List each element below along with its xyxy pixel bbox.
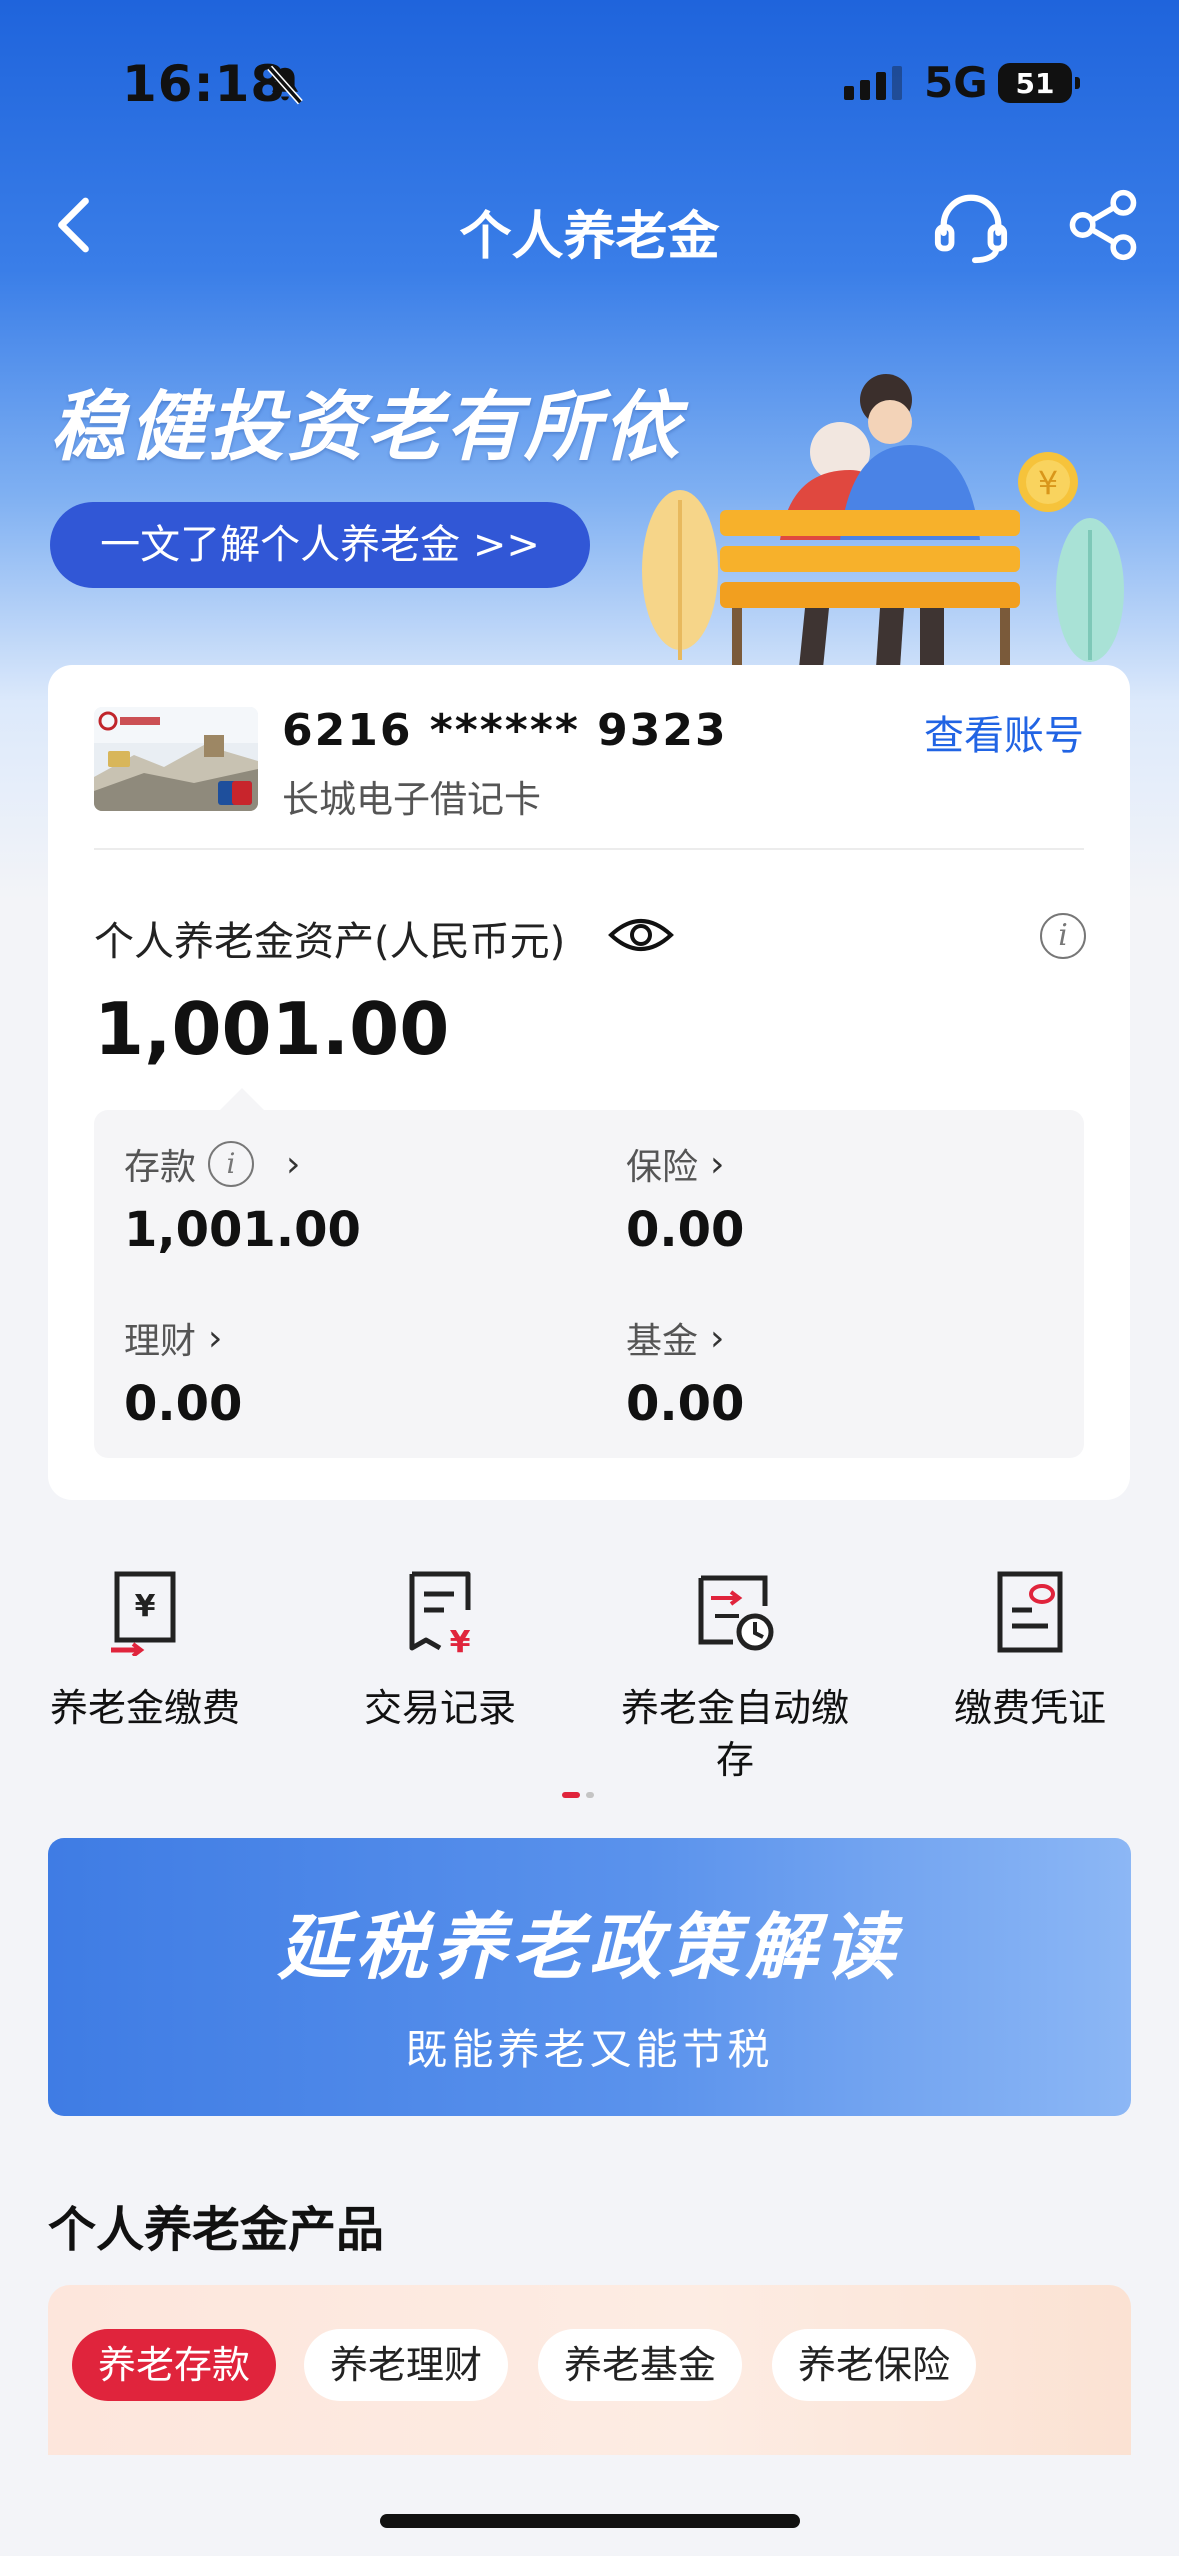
deposit-item[interactable]: 存款 i › 1,001.00: [124, 1138, 361, 1258]
account-card: 6216 ****** 9323 长城电子借记卡 查看账号 个人养老金资产(人民…: [48, 665, 1130, 1500]
svg-text:¥: ¥: [1038, 464, 1058, 502]
elderly-couple-bench-illustration: ¥: [642, 374, 1124, 668]
fund-item[interactable]: 基金 › 0.00: [626, 1312, 745, 1433]
action-label: 交易记录: [363, 1686, 516, 1730]
share-icon[interactable]: [1066, 186, 1140, 264]
auto-pay-clock-icon: [698, 1575, 774, 1651]
wealth-management-value: 0.00: [124, 1376, 243, 1432]
page-dot-active: [562, 1792, 580, 1798]
customer-service-icon[interactable]: [932, 190, 1010, 268]
promo-title: 延税养老政策解读: [277, 1905, 902, 1989]
home-indicator[interactable]: [380, 2514, 800, 2528]
cellular-signal-icon: [844, 66, 902, 100]
policy-promo-banner[interactable]: 延税养老政策解读 既能养老又能节税: [48, 1838, 1131, 2116]
chevron-right-icon: ›: [710, 1317, 725, 1359]
wealth-management-item[interactable]: 理财 › 0.00: [124, 1312, 243, 1433]
asset-label: 个人养老金资产(人民币元): [94, 919, 566, 965]
svg-text:¥: ¥: [450, 1625, 471, 1656]
fund-value: 0.00: [626, 1376, 745, 1432]
info-icon[interactable]: i: [1040, 913, 1086, 959]
wealth-management-label: 理财: [124, 1321, 197, 1362]
deposit-label: 存款: [124, 1147, 197, 1188]
action-label: 养老金自动缴存: [620, 1686, 849, 1782]
receipt-yuan-icon: ¥: [111, 1571, 176, 1658]
tab-pension-wealth[interactable]: 养老理财: [304, 2329, 509, 2401]
insurance-value: 0.00: [626, 1202, 745, 1258]
bank-card-thumbnail: [94, 707, 258, 811]
asset-breakdown: 存款 i › 1,001.00 保险 › 0.00 理财 › 0.00 基金 › 0.00: [94, 1110, 1084, 1458]
chevron-right-icon: ›: [286, 1143, 301, 1185]
product-tabs-panel: 养老存款 养老理财 养老基金 养老保险: [48, 2285, 1131, 2455]
promo-subtitle: 既能养老又能节税: [405, 2025, 774, 2074]
eye-visibility-icon[interactable]: [608, 913, 674, 957]
action-pension-payment[interactable]: ¥ 养老金缴费: [0, 1570, 290, 1734]
insurance-label: 保险: [626, 1147, 699, 1188]
card-type: 长城电子借记卡: [282, 778, 541, 821]
voucher-icon: [997, 1571, 1063, 1653]
page-dot: [586, 1792, 594, 1798]
action-payment-voucher[interactable]: 缴费凭证: [885, 1570, 1175, 1734]
tab-pension-fund[interactable]: 养老基金: [538, 2329, 743, 2401]
callout-pointer: [220, 1088, 264, 1110]
bell-muted-icon: [267, 65, 303, 105]
action-auto-deposit[interactable]: 养老金自动缴存: [590, 1570, 880, 1786]
deposit-value: 1,001.00: [124, 1202, 361, 1258]
action-label: 养老金缴费: [49, 1686, 240, 1730]
total-asset-amount: 1,001.00: [94, 987, 450, 1071]
divider: [94, 848, 1084, 850]
page-indicator: [562, 1792, 594, 1798]
chevron-right-icon: ›: [208, 1317, 223, 1359]
action-transaction-records[interactable]: ¥ 交易记录: [295, 1570, 585, 1734]
insurance-item[interactable]: 保险 › 0.00: [626, 1138, 745, 1259]
chevron-right-icon: ›: [710, 1143, 725, 1185]
info-icon[interactable]: i: [208, 1141, 255, 1187]
network-type: 5G: [924, 58, 988, 107]
view-account-link[interactable]: 查看账号: [924, 703, 1084, 761]
fund-label: 基金: [626, 1321, 699, 1362]
tab-pension-deposit[interactable]: 养老存款: [72, 2329, 277, 2401]
quick-actions: ¥ 养老金缴费 ¥ 交易记录 养老金自动缴存 缴费凭证: [0, 1570, 1179, 1790]
battery-icon: 51: [998, 63, 1080, 103]
action-label: 缴费凭证: [953, 1686, 1106, 1730]
tab-pension-insurance[interactable]: 养老保险: [772, 2329, 977, 2401]
products-section-title: 个人养老金产品: [48, 2202, 385, 2258]
svg-text:¥: ¥: [135, 1589, 156, 1624]
banner-headline: 稳健投资老有所依: [50, 382, 682, 471]
record-yuan-icon: ¥: [409, 1571, 471, 1660]
account-number: 6216 ****** 9323: [282, 705, 728, 756]
learn-more-button[interactable]: 一文了解个人养老金 >>: [50, 502, 590, 588]
